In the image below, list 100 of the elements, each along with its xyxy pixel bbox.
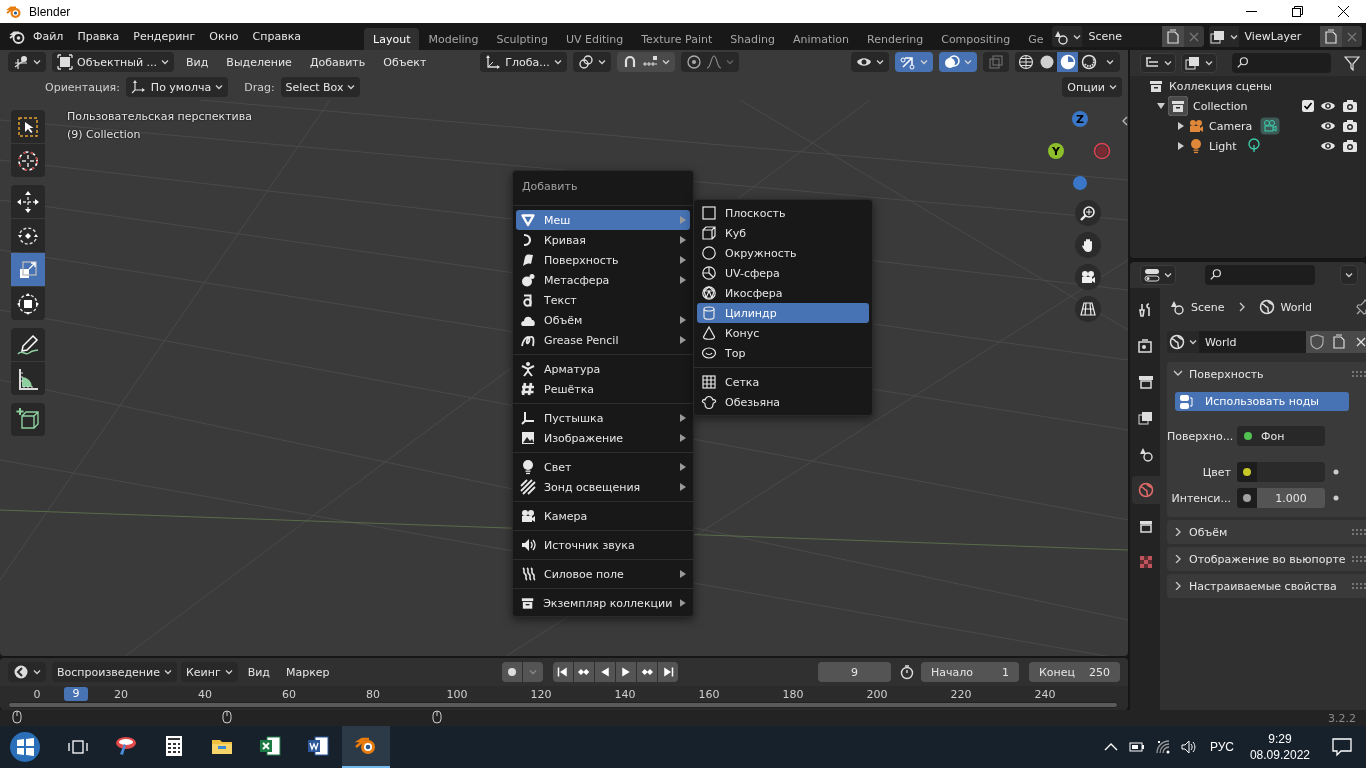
language-indicator[interactable]: РУС (1201, 726, 1242, 768)
menu-dropdown[interactable]: Кеинг (180, 662, 238, 682)
menu-item[interactable]: Пустышка (516, 408, 690, 428)
clock[interactable]: 9:29 08.09.2022 (1241, 726, 1318, 768)
menu-item[interactable]: Правка (70, 25, 127, 48)
frame-number: 180 (782, 688, 804, 701)
outliner-item-label[interactable]: Light (1209, 139, 1237, 153)
options-dropdown[interactable]: Опции (1062, 77, 1122, 97)
menu-item[interactable]: Метасфера (516, 270, 690, 290)
panel-header[interactable]: Отображение во вьюпорте (1167, 547, 1366, 571)
shader-dropdown[interactable]: Фон (1237, 426, 1325, 446)
use-nodes-button[interactable]: Использовать ноды (1175, 392, 1349, 411)
menu-item[interactable]: Рендеринг (126, 25, 203, 48)
menu-item[interactable]: Арматура (516, 359, 690, 379)
menu-item[interactable]: Зонд освещения (516, 477, 690, 497)
workspace-tab[interactable]: Ge (1019, 28, 1053, 50)
axis-gizmo: Z Y (1042, 108, 1114, 192)
menu-item[interactable]: Кривая (516, 230, 690, 250)
menu-item[interactable]: Файл (26, 25, 71, 48)
menu-item[interactable]: Маркер (280, 662, 336, 682)
workspace-tab[interactable]: Modeling (419, 28, 488, 50)
mode-dropdown[interactable]: Объектный ... (52, 52, 175, 72)
field-label: Цвет (1201, 465, 1232, 479)
menu-item[interactable]: Объём (516, 310, 690, 330)
frame-number: 40 (198, 688, 212, 701)
menu-item[interactable]: Конус (697, 323, 869, 343)
menu-item[interactable]: Справка (245, 25, 309, 48)
menu-title: Добавить (521, 178, 579, 195)
drag-dropdown[interactable]: Select Box (280, 77, 361, 97)
menu-item[interactable]: UV-сфера (697, 263, 869, 283)
outliner-item-label[interactable]: Коллекция сцены (1169, 79, 1272, 93)
menu-item[interactable]: Меш (516, 210, 690, 230)
workspace-tab[interactable]: Rendering (858, 28, 933, 50)
number-field[interactable]: 1.000 (1257, 488, 1325, 508)
menu-item[interactable]: Сетка (697, 372, 869, 392)
frame-number: 20 (114, 688, 128, 701)
menu-item[interactable]: Объект (377, 52, 433, 72)
workspace-tab[interactable]: Layout (364, 28, 420, 50)
menu-item[interactable]: Grease Pencil (516, 330, 690, 350)
workspace-tab[interactable]: Compositing (932, 28, 1020, 50)
menu-item[interactable]: Решётка (516, 379, 690, 399)
menu-item[interactable]: Плоскость (697, 203, 869, 223)
workspace-tab[interactable]: Texture Paint (632, 28, 722, 50)
panel-header[interactable]: Поверхность (1167, 362, 1366, 386)
current-frame-field[interactable]: 9 (818, 662, 891, 682)
menu-dropdown[interactable]: Воспроизведение (52, 662, 177, 682)
menu-item[interactable]: Окно (202, 25, 246, 48)
view-name-label: Пользовательская перспектива (67, 110, 252, 123)
drag-label: Drag: (244, 80, 275, 94)
frame-number: 0 (33, 688, 41, 701)
panel-header[interactable]: Объём (1167, 520, 1366, 544)
menu-item[interactable]: Выделение (220, 52, 298, 72)
end-frame-field[interactable]: Конец 250 (1029, 662, 1120, 682)
menu-item[interactable]: Икосфера (697, 283, 869, 303)
menu-item[interactable]: Окружность (697, 243, 869, 263)
menu-item[interactable]: Камера (516, 506, 690, 526)
orientation-label: Ориентация: (45, 80, 120, 94)
frame-number: 160 (698, 688, 720, 701)
frame-number: 80 (366, 688, 380, 701)
world-name-field[interactable]: World (1199, 331, 1306, 353)
outliner-item-label[interactable]: Camera (1209, 119, 1253, 133)
menu-item[interactable]: Добавить (303, 52, 372, 72)
scene-name-field: Scene (1082, 26, 1162, 47)
orientation-dropdown[interactable]: По умолча (125, 77, 229, 97)
menu-item[interactable]: Текст (516, 290, 690, 310)
workspace-tab[interactable]: Sculpting (487, 28, 557, 50)
frame-number: 220 (950, 688, 972, 701)
frame-number: 100 (446, 688, 468, 701)
menu-item[interactable]: Цилиндр (697, 303, 869, 323)
frame-number: 120 (530, 688, 552, 701)
field-label: Поверхно... (1167, 429, 1235, 443)
breadcrumb-item: World (1280, 300, 1313, 314)
current-frame-indicator: 9 (64, 687, 88, 701)
menu-item[interactable]: Вид (241, 662, 276, 682)
window-title: Blender (29, 4, 71, 19)
frame-number: 140 (614, 688, 636, 701)
transform-orientation-dropdown[interactable]: Глоба... (480, 52, 567, 72)
start-frame-field[interactable]: Начало 1 (921, 662, 1019, 682)
field-label: Интенси... (1170, 491, 1232, 505)
menu-item[interactable]: Экземпляр коллекции (516, 593, 690, 613)
workspace-tab[interactable]: Animation (783, 28, 859, 50)
menu-item[interactable]: Изображение (516, 428, 690, 448)
menu-item[interactable]: Источник звука (516, 535, 690, 555)
menu-item[interactable]: Вид (180, 52, 215, 72)
panel-header[interactable]: Настраиваемые свойства (1167, 574, 1366, 598)
outliner-item-label[interactable]: Collection (1193, 99, 1248, 113)
workspace-tab[interactable]: Shading (721, 28, 784, 50)
menu-item[interactable]: Свет (516, 457, 690, 477)
active-collection-label: (9) Collection (67, 128, 142, 141)
breadcrumb-item: Scene (1191, 300, 1225, 314)
workspace-tab[interactable]: UV Editing (556, 28, 633, 50)
menu-item[interactable]: Силовое поле (516, 564, 690, 584)
menu-item[interactable]: Куб (697, 223, 869, 243)
menu-item[interactable]: Обезьяна (697, 392, 869, 412)
menu-item[interactable]: Поверхность (516, 250, 690, 270)
version-label: 3.2.2 (1328, 711, 1356, 725)
frame-number: 60 (282, 688, 296, 701)
frame-number: 240 (1034, 688, 1056, 701)
menu-item[interactable]: Тор (697, 343, 869, 363)
view-layer-name-field: ViewLayer (1238, 26, 1320, 47)
